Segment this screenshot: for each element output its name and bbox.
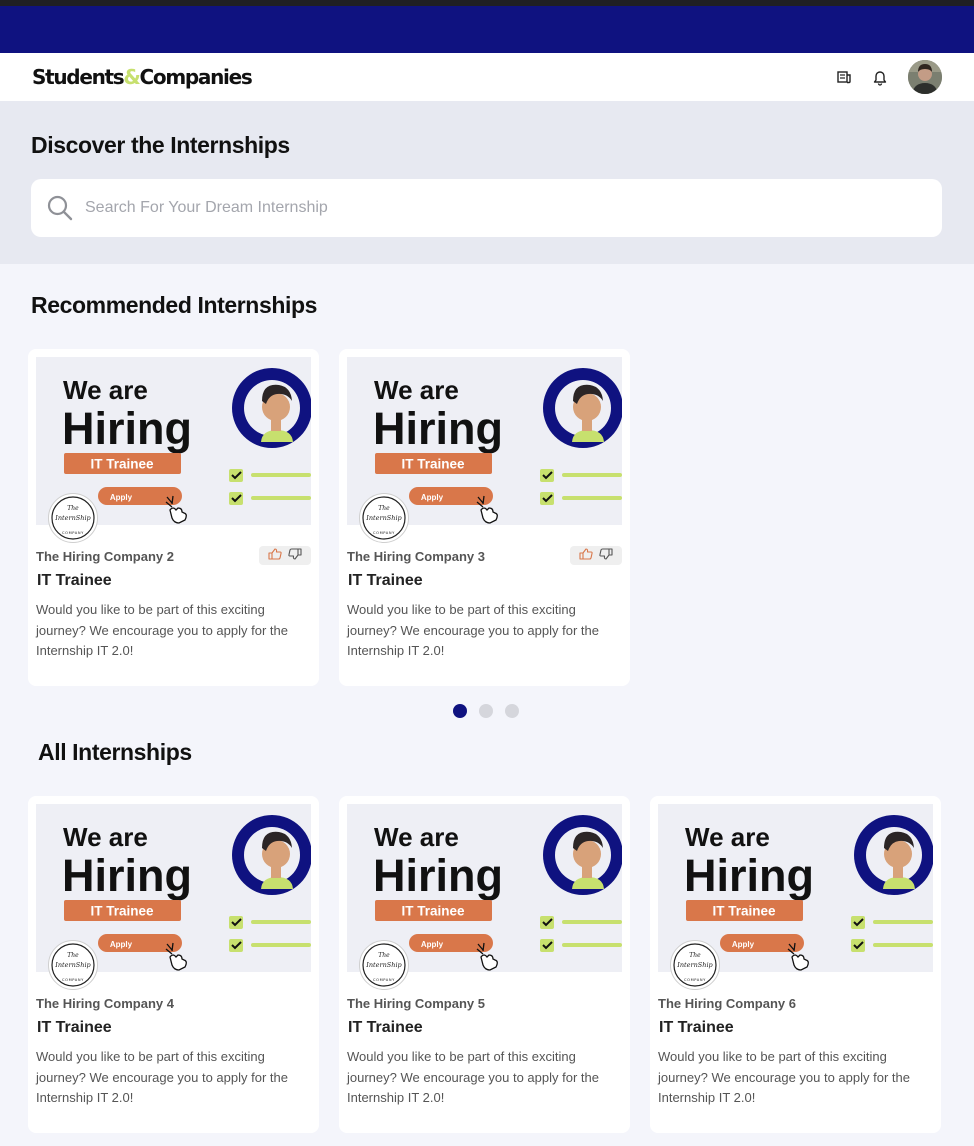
carousel-pagination (453, 704, 519, 718)
company-logo: The InternShip COMPANY (48, 940, 98, 990)
company-logo-line1: The (689, 952, 701, 959)
news-icon[interactable] (834, 67, 854, 87)
discover-section: Discover the Internships (0, 101, 974, 264)
banner-line2: Hiring (684, 850, 814, 901)
banner-line1: We are (374, 375, 459, 405)
thumbs-down-icon[interactable] (599, 547, 613, 565)
banner-apply: Apply (421, 940, 444, 949)
job-title[interactable]: IT Trainee (659, 1019, 734, 1037)
search-icon (46, 194, 74, 227)
job-title[interactable]: IT Trainee (37, 572, 112, 590)
internship-card[interactable]: We are Hiring IT Trainee Apply The Inter… (28, 349, 319, 686)
banner-line1: We are (374, 822, 459, 852)
company-logo: The InternShip COMPANY (359, 493, 409, 543)
banner-line2: Hiring (62, 403, 192, 454)
thumbs-up-icon[interactable] (268, 547, 282, 565)
company-logo: The InternShip COMPANY (359, 940, 409, 990)
job-title[interactable]: IT Trainee (37, 1019, 112, 1037)
company-logo: The InternShip COMPANY (48, 493, 98, 543)
job-title[interactable]: IT Trainee (348, 572, 423, 590)
company-logo-line2: InternShip (365, 514, 402, 522)
banner-badge: IT Trainee (401, 457, 465, 472)
vote-buttons (259, 546, 311, 565)
vote-buttons (570, 546, 622, 565)
bell-icon[interactable] (870, 67, 890, 87)
banner-line1: We are (685, 822, 770, 852)
company-name: The Hiring Company 2 (36, 549, 174, 564)
company-logo-line2: InternShip (365, 961, 402, 969)
company-logo-line3: COMPANY (373, 531, 395, 535)
search-bar[interactable] (31, 179, 942, 237)
company-logo-line3: COMPANY (684, 978, 706, 982)
banner-apply: Apply (110, 940, 133, 949)
company-logo-line2: InternShip (54, 514, 91, 522)
banner-badge: IT Trainee (90, 904, 154, 919)
page-title: Discover the Internships (31, 132, 290, 158)
banner-line1: We are (63, 822, 148, 852)
internship-card[interactable]: We are Hiring IT Trainee Apply The Inter… (28, 796, 319, 1133)
thumbs-up-icon[interactable] (579, 547, 593, 565)
search-input[interactable] (85, 179, 925, 237)
user-avatar[interactable] (908, 60, 942, 94)
job-description: Would you like to be part of this exciti… (36, 602, 288, 658)
job-description: Would you like to be part of this exciti… (658, 1049, 910, 1105)
banner-badge: IT Trainee (90, 457, 154, 472)
banner-badge: IT Trainee (712, 904, 776, 919)
banner-apply: Apply (421, 493, 444, 502)
company-logo-line1: The (67, 952, 79, 959)
company-name: The Hiring Company 6 (658, 996, 796, 1011)
company-name: The Hiring Company 4 (36, 996, 174, 1011)
navbar: Students&Companies (0, 53, 974, 101)
job-title[interactable]: IT Trainee (348, 1019, 423, 1037)
thumbs-down-icon[interactable] (288, 547, 302, 565)
pagination-dot-1[interactable] (453, 704, 467, 718)
company-logo-line3: COMPANY (62, 978, 84, 982)
company-logo-line1: The (378, 952, 390, 959)
recommended-title: Recommended Internships (31, 292, 318, 318)
banner-line2: Hiring (62, 850, 192, 901)
company-logo: The InternShip COMPANY (670, 940, 720, 990)
company-logo-line2: InternShip (54, 961, 91, 969)
pagination-dot-3[interactable] (505, 704, 519, 718)
banner-badge: IT Trainee (401, 904, 465, 919)
internship-card[interactable]: We are Hiring IT Trainee Apply The Inter… (339, 349, 630, 686)
internship-card[interactable]: We are Hiring IT Trainee Apply The Inter… (339, 796, 630, 1133)
brand-logo[interactable]: Students&Companies (32, 65, 253, 89)
banner-apply: Apply (110, 493, 133, 502)
pagination-dot-2[interactable] (479, 704, 493, 718)
company-name: The Hiring Company 3 (347, 549, 485, 564)
job-description: Would you like to be part of this exciti… (36, 1049, 288, 1105)
company-name: The Hiring Company 5 (347, 996, 485, 1011)
banner-line1: We are (63, 375, 148, 405)
company-logo-line1: The (67, 505, 79, 512)
company-logo-line3: COMPANY (62, 531, 84, 535)
banner-line2: Hiring (373, 850, 503, 901)
company-logo-line3: COMPANY (373, 978, 395, 982)
company-logo-line2: InternShip (676, 961, 713, 969)
job-description: Would you like to be part of this exciti… (347, 602, 599, 658)
banner-apply: Apply (732, 940, 755, 949)
header-band (0, 6, 974, 53)
company-logo-line1: The (378, 505, 390, 512)
internship-card[interactable]: We are Hiring IT Trainee Apply The Inter… (650, 796, 941, 1133)
all-internships-title: All Internships (38, 739, 192, 765)
job-description: Would you like to be part of this exciti… (347, 1049, 599, 1105)
banner-line2: Hiring (373, 403, 503, 454)
